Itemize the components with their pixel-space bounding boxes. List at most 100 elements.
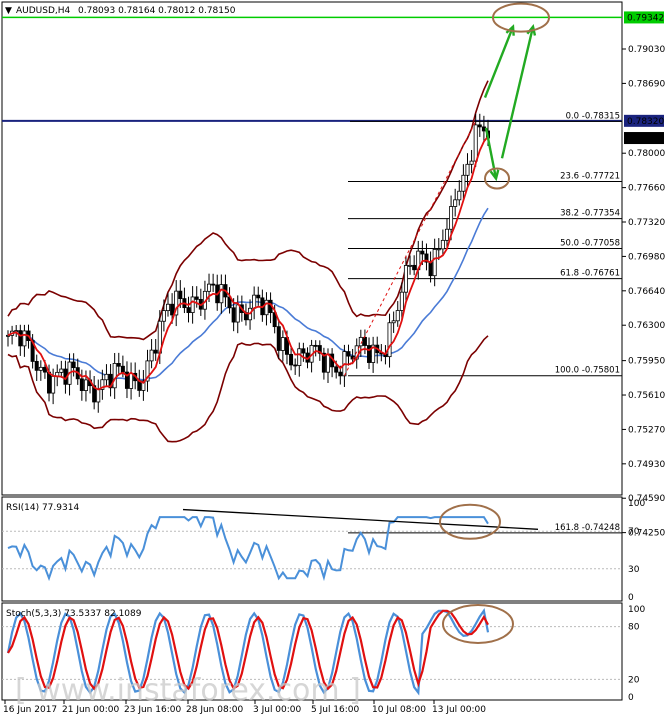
candle-bear	[186, 307, 191, 314]
candle-bear	[420, 250, 425, 255]
candle-bull	[235, 304, 240, 323]
candle-bull	[444, 228, 449, 241]
price-tick-label: 0.76640	[628, 287, 665, 297]
candle-bear	[231, 307, 236, 323]
candle-bear	[120, 365, 125, 373]
rsi-label: RSI(14) 77.9314	[6, 503, 79, 513]
date-tick-label: 10 Jul 08:00	[372, 705, 426, 715]
candle-bull	[395, 310, 400, 322]
price-tick-label: 0.75270	[628, 425, 665, 435]
stoch-label: Stoch(5,3,3) 73.5337 82.1089	[6, 609, 142, 619]
candle-bull	[112, 363, 117, 389]
candle-bull	[280, 337, 285, 351]
candle-bear	[293, 364, 298, 367]
candle-bear	[79, 378, 84, 391]
candle-bull	[22, 330, 27, 347]
price-label-green: 0.79342	[627, 13, 664, 23]
candle-bear	[276, 326, 281, 351]
candle-bear	[42, 366, 47, 373]
candle-bull	[457, 190, 462, 201]
candle-bull	[104, 373, 109, 381]
date-tick-label: 5 Jul 16:00	[311, 705, 360, 715]
rsi-tick-label: 30	[628, 565, 640, 575]
candle-bull	[129, 372, 134, 389]
fib-label: 23.6 -0.77721	[560, 171, 620, 181]
date-tick-label: 13 Jul 00:00	[432, 705, 486, 715]
rsi-tick-label: 0	[628, 593, 634, 603]
candle-bull	[59, 368, 64, 373]
price-axis: 0.79030 0.78690 0.78000 0.77660 0.77320 0.769…	[622, 11, 665, 539]
candle-bull	[461, 174, 466, 192]
candle-bull	[408, 264, 413, 267]
candle-bull	[207, 283, 212, 292]
price-tick-label: 0.76980	[628, 252, 665, 262]
date-tick-label: 23 Jun 16:00	[124, 705, 181, 715]
symbol-label: AUDUSD,H4	[16, 6, 71, 16]
candle-bull	[165, 303, 170, 312]
candle-bull	[387, 322, 392, 358]
price-tick-label: 0.79030	[628, 45, 665, 55]
date-tick-label: 28 Jun 08:00	[186, 705, 243, 715]
price-label-current: 0.78150	[627, 134, 664, 144]
fib-label: 61.8 -0.76761	[560, 269, 620, 279]
candle-bear	[116, 363, 121, 367]
price-tick-label: 0.74250	[628, 529, 665, 539]
rsi-panel-frame	[1, 496, 623, 602]
price-tick-label: 0.77660	[628, 184, 665, 194]
candle-bull	[403, 265, 408, 293]
candle-bull	[453, 199, 458, 207]
candle-bear	[412, 264, 417, 271]
candle-bear	[178, 290, 183, 300]
candle-bull	[449, 206, 454, 230]
candle-bear	[338, 371, 343, 377]
candle-bear	[71, 361, 76, 369]
candle-bear	[18, 330, 23, 347]
stoch-tick-label: 100	[628, 605, 645, 615]
stoch-tick-label: 80	[628, 623, 640, 633]
candle-bull	[297, 348, 302, 366]
date-tick-label: 21 Jun 00:00	[62, 705, 119, 715]
price-tick-label: 0.76300	[628, 321, 665, 331]
fib-label: 100.0 -0.75801	[555, 366, 620, 376]
fib-label: 50.0 -0.77058	[560, 239, 620, 249]
candle-bull	[96, 389, 101, 403]
candle-bear	[346, 351, 351, 357]
candle-bear	[256, 294, 261, 299]
stoch-tick-label: 20	[628, 675, 640, 685]
ohlc-label: 0.78093 0.78164 0.78012 0.78150	[78, 6, 236, 16]
candle-bull	[149, 349, 154, 362]
candle-bull	[391, 320, 396, 324]
candle-bull	[436, 248, 441, 251]
date-tick-label: 3 Jul 00:00	[253, 705, 302, 715]
price-tick-label: 0.78690	[628, 79, 665, 89]
candle-bear	[301, 348, 306, 354]
price-tick-label: 0.75610	[628, 391, 665, 401]
candle-bear	[367, 345, 372, 363]
candle-bear	[362, 336, 367, 346]
candle-bull	[161, 310, 166, 322]
candle-bull	[432, 248, 437, 277]
dropdown-arrow-icon[interactable]: ▼	[5, 6, 12, 16]
candle-bear	[428, 261, 433, 277]
candle-bull	[190, 296, 195, 314]
candle-bear	[313, 344, 318, 347]
date-tick-label: 16 Jun 2017	[3, 705, 57, 715]
stoch-tick-label: 0	[628, 693, 634, 703]
fib-label: 38.2 -0.77354	[560, 209, 620, 219]
price-tick-label: 0.74930	[628, 460, 665, 470]
candle-bear	[477, 124, 482, 128]
candle-bull	[325, 353, 330, 373]
candle-bear	[194, 296, 199, 300]
candle-bull	[219, 284, 224, 304]
candle-bull	[51, 375, 56, 394]
candle-bear	[334, 366, 339, 373]
candle-bear	[34, 361, 39, 371]
fib-label: 0.0 -0.78315	[566, 111, 620, 121]
candle-bear	[211, 283, 216, 286]
candle-bear	[170, 303, 175, 316]
candle-bull	[440, 239, 445, 250]
candle-bull	[399, 291, 404, 311]
candle-bull	[465, 163, 470, 176]
chart-svg: 0.0 -0.78315 23.6 -0.77721 38.2 -0.77354 50…	[1, 1, 665, 715]
price-label-blue: 0.78320	[627, 117, 664, 127]
